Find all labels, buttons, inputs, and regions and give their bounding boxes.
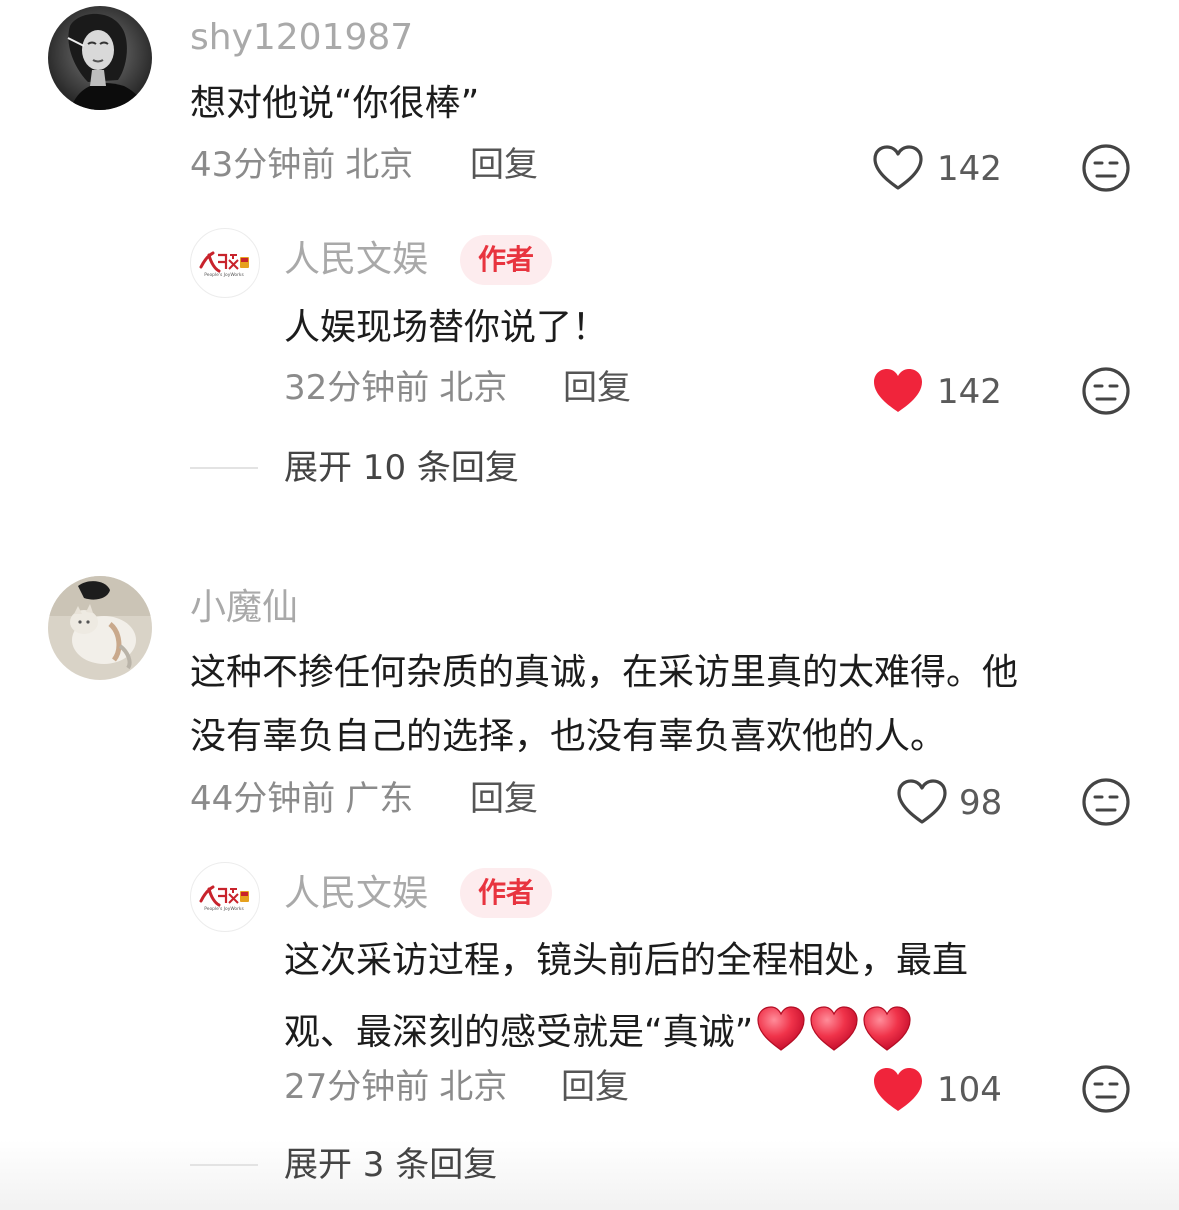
logo-subtitle: People's JoyWorks bbox=[204, 906, 244, 912]
divider-line bbox=[190, 467, 258, 469]
author-avatar[interactable]: People's JoyWorks bbox=[190, 228, 260, 298]
meh-face-icon bbox=[1082, 144, 1130, 192]
reply-text-line-2: 观、最深刻的感受就是“真诚” bbox=[284, 1004, 915, 1061]
reply-button[interactable]: 回复 bbox=[470, 782, 538, 816]
reply-text: 人娱现场替你说了！ bbox=[284, 307, 609, 348]
bottom-fade bbox=[0, 1140, 1179, 1210]
reply-location: 北京 bbox=[439, 1067, 508, 1107]
avatar[interactable] bbox=[48, 6, 152, 110]
reply-username[interactable]: 人民文娱 bbox=[284, 876, 428, 912]
avatar[interactable] bbox=[48, 576, 152, 680]
author-badge: 作者 bbox=[460, 868, 553, 918]
comment-meta: 43分钟前 北京 bbox=[190, 148, 413, 182]
heart-emoji-icon bbox=[863, 1006, 911, 1051]
reply-location: 北京 bbox=[439, 368, 508, 408]
heart-filled-icon bbox=[874, 1068, 922, 1111]
comment-list: shy1201987 想对他说“你很棒” 43分钟前 北京 回复 142 Peop… bbox=[0, 0, 1179, 1210]
comment-text-line-2: 没有辜负自己的选择，也没有辜负喜欢他的人。 bbox=[190, 716, 947, 757]
dislike-button[interactable] bbox=[1081, 777, 1131, 831]
logo-subtitle: People's JoyWorks bbox=[204, 272, 244, 278]
comment-time: 43分钟前 bbox=[190, 145, 336, 185]
reply-text-content: 观、最深刻的感受就是“真诚” bbox=[284, 1012, 754, 1053]
expand-replies-button[interactable]: 展开 10 条回复 bbox=[284, 451, 519, 485]
reply-text-line-1: 这次采访过程，镜头前后的全程相处，最直 bbox=[284, 940, 969, 981]
comment-location: 广东 bbox=[345, 779, 414, 819]
dislike-button[interactable] bbox=[1081, 366, 1131, 420]
author-avatar[interactable]: People's JoyWorks bbox=[190, 862, 260, 932]
like-count: 142 bbox=[937, 372, 1002, 412]
comment-text: 想对他说“你很棒” bbox=[190, 83, 480, 124]
meh-face-icon bbox=[1082, 778, 1130, 826]
heart-emoji-group bbox=[755, 1004, 915, 1061]
comment-username[interactable]: 小魔仙 bbox=[190, 590, 298, 626]
heart-outline-icon bbox=[897, 779, 947, 824]
reply-button[interactable]: 回复 bbox=[470, 148, 538, 182]
author-badge: 作者 bbox=[460, 235, 553, 285]
comment-location: 北京 bbox=[345, 145, 414, 185]
like-button[interactable] bbox=[896, 778, 948, 830]
heart-filled-icon bbox=[874, 369, 922, 412]
heart-emoji-icon bbox=[810, 1006, 858, 1051]
like-button[interactable] bbox=[872, 144, 924, 196]
dislike-button[interactable] bbox=[1081, 1064, 1131, 1118]
like-button[interactable] bbox=[872, 1066, 924, 1118]
comment-text-line-1: 这种不掺任何杂质的真诚，在采访里真的太难得。他 bbox=[190, 652, 1019, 693]
reply-button[interactable]: 回复 bbox=[561, 1070, 629, 1104]
comment-meta: 44分钟前 广东 bbox=[190, 782, 413, 816]
expand-replies-button[interactable]: 展开 3 条回复 bbox=[284, 1148, 497, 1182]
reply-time: 27分钟前 bbox=[284, 1067, 430, 1107]
heart-emoji-icon bbox=[757, 1006, 805, 1051]
dislike-button[interactable] bbox=[1081, 143, 1131, 197]
meh-face-icon bbox=[1082, 1065, 1130, 1113]
heart-outline-icon bbox=[873, 145, 923, 190]
reply-meta: 27分钟前 北京 bbox=[284, 1070, 507, 1104]
like-count: 142 bbox=[937, 149, 1002, 189]
reply-time: 32分钟前 bbox=[284, 368, 430, 408]
comment-username[interactable]: shy1201987 bbox=[190, 20, 413, 56]
comment-time: 44分钟前 bbox=[190, 779, 336, 819]
like-count: 104 bbox=[937, 1070, 1002, 1110]
like-count: 98 bbox=[959, 783, 1003, 823]
reply-username[interactable]: 人民文娱 bbox=[284, 242, 428, 278]
like-button[interactable] bbox=[872, 367, 924, 419]
reply-meta: 32分钟前 北京 bbox=[284, 371, 507, 405]
meh-face-icon bbox=[1082, 367, 1130, 415]
reply-button[interactable]: 回复 bbox=[563, 371, 631, 405]
divider-line bbox=[190, 1164, 258, 1166]
